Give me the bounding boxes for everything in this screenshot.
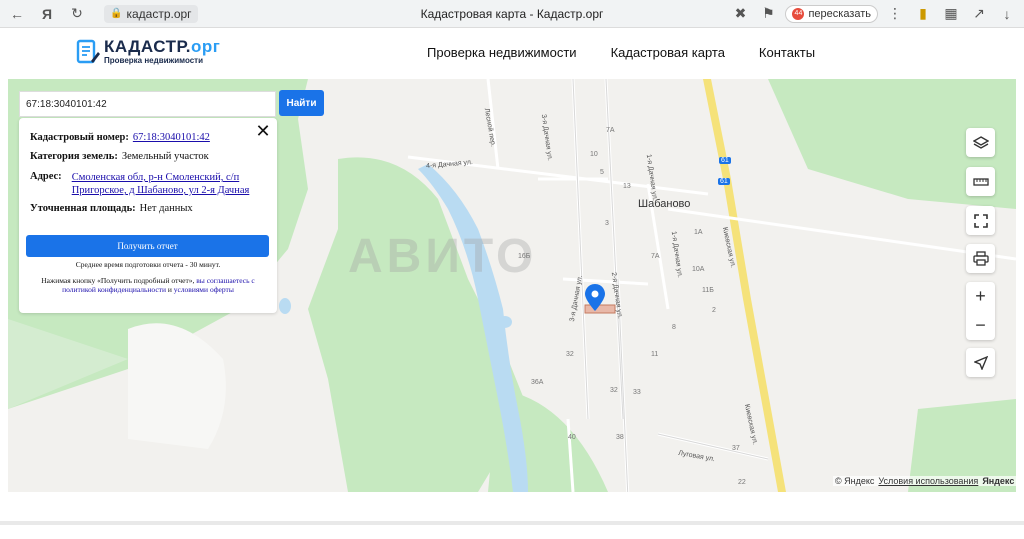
watermark-text: АВИТО <box>348 230 538 283</box>
address-bar[interactable]: 🔒 кадастр.орг <box>104 4 198 23</box>
get-report-button[interactable]: Получить отчет <box>26 235 269 257</box>
cadastral-link[interactable]: 67:18:3040101:42 <box>133 132 210 143</box>
cadastral-label: Кадастровый номер: <box>30 132 129 143</box>
route-badge: 61 <box>718 178 730 185</box>
copyright-text: © Яндекс <box>835 476 875 486</box>
consent-notice: Нажимая кнопку «Получить подробный отчет… <box>41 276 255 294</box>
page-footer-area <box>0 492 1024 539</box>
address-row: Адрес: Смоленская обл, р-н Смоленский, с… <box>30 171 249 197</box>
house-number: 3 <box>605 220 609 227</box>
house-number: 33 <box>633 389 641 396</box>
download-icon[interactable]: ↓ <box>996 3 1018 25</box>
house-number: 7А <box>606 127 615 134</box>
yandex-browser-icon[interactable]: Я <box>36 3 58 25</box>
house-number: 2 <box>712 307 716 314</box>
geolocation-button[interactable] <box>966 348 995 377</box>
cadastral-row: Кадастровый номер: 67:18:3040101:42 <box>30 132 210 143</box>
fullscreen-icon <box>973 213 988 228</box>
no-extensions-icon[interactable]: ✖ <box>729 3 751 25</box>
address-label: Адрес: <box>30 171 62 182</box>
site-logo[interactable]: КАДАСТР.орг Проверка недвижимости <box>76 38 220 66</box>
house-number: 22 <box>738 479 746 486</box>
house-number: 40 <box>568 434 576 441</box>
route-badge: 61 <box>719 157 731 164</box>
retell-label: пересказать <box>808 7 871 20</box>
address-link-line2[interactable]: Пригорское, д Шабаново, ул 2-я Дачная <box>72 184 250 197</box>
house-number: 32 <box>566 351 574 358</box>
extension-icon[interactable]: ▦ <box>940 3 962 25</box>
layers-icon <box>972 135 989 149</box>
house-number: 36А <box>531 379 544 386</box>
share-icon[interactable]: ↗ <box>968 3 990 25</box>
house-number: 1А <box>694 229 703 236</box>
house-number: 5 <box>600 169 604 176</box>
terms-link[interactable]: Условия использования <box>878 476 978 486</box>
nav-property-check[interactable]: Проверка недвижимости <box>427 45 577 60</box>
retell-badge: 44 <box>792 7 805 20</box>
house-number: 13 <box>623 183 631 190</box>
logo-name: КАДАСТР.орг <box>104 37 221 56</box>
back-icon[interactable]: ← <box>6 3 28 25</box>
search-input[interactable] <box>19 91 276 117</box>
site-header: КАДАСТР.орг Проверка недвижимости Провер… <box>0 28 1024 79</box>
category-value: Земельный участок <box>121 151 209 162</box>
menu-dots-icon[interactable]: ⋮ <box>884 3 906 25</box>
close-icon[interactable]: ✕ <box>255 123 271 141</box>
house-number: 38 <box>616 434 624 441</box>
layers-button[interactable] <box>966 128 995 157</box>
zoom-controls: + − <box>966 282 995 340</box>
house-number: 11 <box>651 351 659 358</box>
house-number: 10 <box>590 151 598 158</box>
document-logo-icon <box>76 39 100 64</box>
address-link-line1[interactable]: Смоленская обл, р-н Смоленский, с/п <box>72 171 250 184</box>
nav-contacts[interactable]: Контакты <box>759 45 815 60</box>
fullscreen-button[interactable] <box>966 206 995 235</box>
battery-icon: ▮ <box>919 5 927 21</box>
nav-cadastral-map[interactable]: Кадастровая карта <box>611 45 725 60</box>
search-button[interactable]: Найти <box>279 90 324 116</box>
house-number: 10А <box>692 266 705 273</box>
place-label: Шабаново <box>638 198 691 210</box>
category-label: Категория земель: <box>30 151 118 162</box>
footer-divider <box>0 521 1024 525</box>
lock-icon: 🔒 <box>110 8 123 19</box>
yandex-logo[interactable]: Яндекс <box>982 476 1014 486</box>
category-row: Категория земель: Земельный участок <box>30 151 209 162</box>
parcel-info-panel: ✕ Кадастровый номер: 67:18:3040101:42 Ка… <box>19 118 277 313</box>
navigation-arrow-icon <box>973 355 988 370</box>
house-number: 32 <box>610 387 618 394</box>
house-number: 8 <box>672 324 676 331</box>
house-number: 37 <box>732 445 740 452</box>
area-value: Нет данных <box>139 203 193 214</box>
main-nav: Проверка недвижимости Кадастровая карта … <box>427 45 815 60</box>
offer-terms-link[interactable]: условиями оферты <box>174 285 234 294</box>
print-button[interactable] <box>966 244 995 273</box>
map-copyright: © Яндекс Условия использования Яндекс <box>833 476 1017 486</box>
logo-tagline: Проверка недвижимости <box>104 56 204 65</box>
zoom-out-icon[interactable]: − <box>966 311 995 340</box>
url-text: кадастр.орг <box>126 6 192 21</box>
house-number: 16Б <box>518 253 531 260</box>
house-number: 7А <box>651 253 660 260</box>
ruler-icon <box>972 177 989 186</box>
bookmark-icon[interactable]: ⚑ <box>757 3 779 25</box>
retell-button[interactable]: 44 пересказать <box>785 4 878 23</box>
reload-icon[interactable]: ↻ <box>66 3 88 25</box>
zoom-in-icon[interactable]: + <box>966 282 995 311</box>
avg-time-text: Среднее время подготовки отчета - 30 мин… <box>75 260 221 269</box>
browser-toolbar: ← Я ↻ 🔒 кадастр.орг Кадастровая карта - … <box>0 0 1024 28</box>
house-number: 11Б <box>702 287 714 294</box>
area-row: Уточненная площадь: Нет данных <box>30 203 193 214</box>
ruler-button[interactable] <box>966 167 995 196</box>
area-label: Уточненная площадь: <box>30 203 136 214</box>
print-icon <box>972 251 989 266</box>
